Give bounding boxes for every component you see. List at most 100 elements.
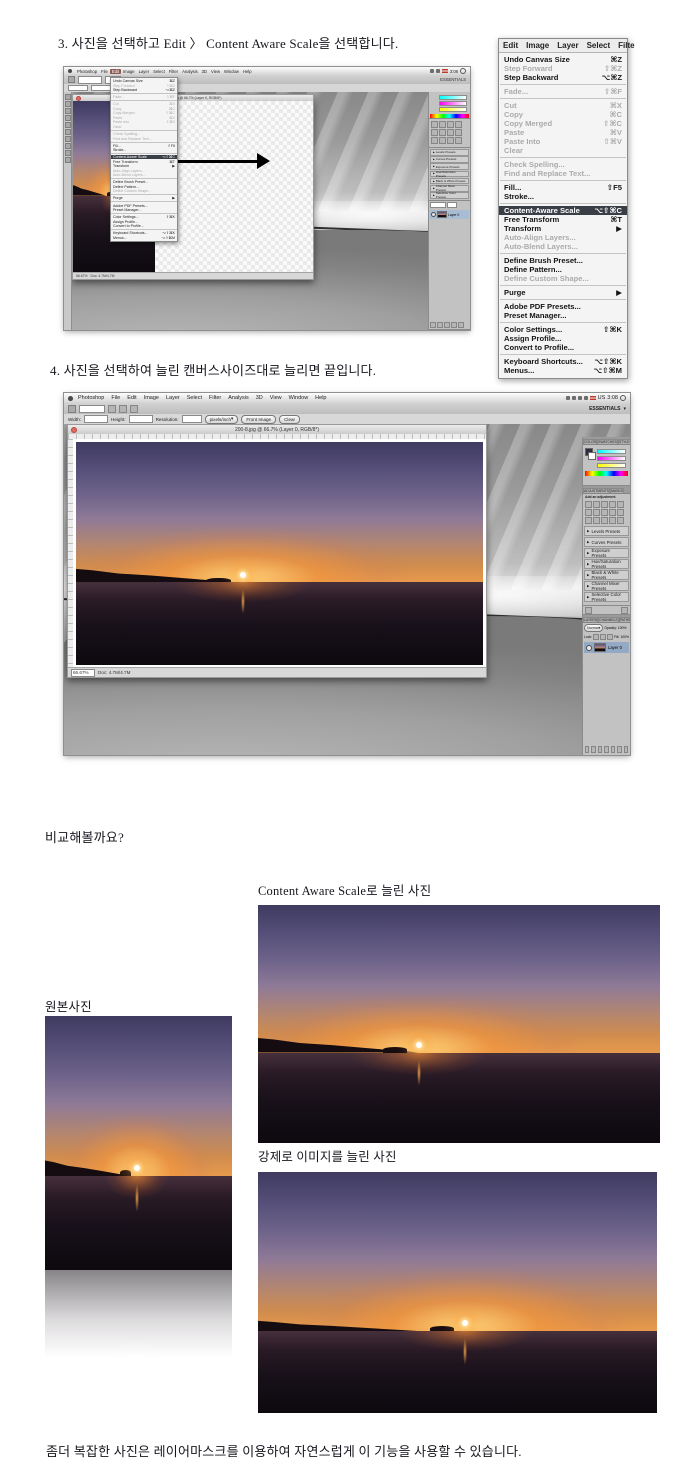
panel-tab[interactable]: MASKS: [610, 488, 624, 493]
menu-bar-item[interactable]: Filter: [207, 395, 223, 401]
add-mask-icon[interactable]: [444, 322, 450, 328]
menu-item[interactable]: Purge ▶: [499, 288, 627, 297]
menu-bar-item[interactable]: Image: [121, 69, 137, 74]
workspace-switcher[interactable]: ESSENTIALS: [440, 77, 466, 82]
clear-button[interactable]: Clear: [279, 415, 300, 424]
color-ramp[interactable]: [585, 471, 628, 476]
menu-bar-item[interactable]: Layer: [164, 395, 182, 401]
preset-row[interactable]: ▶ Hue/Saturation Presets: [584, 559, 629, 569]
menu-tab[interactable]: Layer: [553, 39, 582, 52]
zoom-level-box[interactable]: 66.67%: [71, 669, 95, 677]
color-balance-adjustment-icon[interactable]: [593, 509, 600, 516]
apple-icon[interactable]: [68, 396, 73, 401]
photo-filter-adjustment-icon[interactable]: [609, 509, 616, 516]
menu-bar-item[interactable]: Help: [241, 69, 254, 74]
tool-bar[interactable]: [64, 92, 72, 330]
adjustment-icon[interactable]: [431, 129, 438, 136]
menu-tab[interactable]: Select: [583, 39, 615, 52]
vibrance-adjustment-icon[interactable]: [617, 501, 624, 508]
menu-bar-item[interactable]: View: [268, 395, 284, 401]
expand-icon[interactable]: [621, 607, 628, 614]
brightness-adjustment-icon[interactable]: [585, 501, 592, 508]
menu-bar-item[interactable]: Window: [222, 69, 241, 74]
menu-item[interactable]: Keyboard Shortcuts... ⌥⇧⌘K: [499, 357, 627, 366]
preset-row[interactable]: ▶ Levels Presets: [584, 526, 629, 536]
curves-adjustment-icon[interactable]: [601, 501, 608, 508]
menu-tab[interactable]: Filte: [614, 39, 638, 52]
menu-item[interactable]: Cut ⌘X: [499, 101, 627, 110]
lock-transparency-icon[interactable]: [593, 634, 599, 640]
menu-item[interactable]: Copy Merged ⇧⌘C: [499, 119, 627, 128]
menu-item[interactable]: [500, 322, 626, 323]
new-fill-layer-icon[interactable]: [604, 746, 608, 753]
panel-tab[interactable]: PATHS: [619, 617, 630, 622]
menu-item[interactable]: Fade... ⇧⌘F: [499, 87, 627, 96]
posterize-adjustment-icon[interactable]: [593, 517, 600, 524]
lock-pixels-icon[interactable]: [600, 634, 606, 640]
menu-item[interactable]: Find and Replace Text...: [499, 169, 627, 178]
menu-item[interactable]: Color Settings... ⇧⌘K: [499, 325, 627, 334]
new-layer-icon[interactable]: [451, 322, 457, 328]
panel-tab[interactable]: STYLES: [618, 439, 630, 444]
preset-row[interactable]: ▶ Hue/Saturation Presets: [430, 171, 469, 178]
menu-item[interactable]: Content-Aware Scale ⌥⇧⌘C: [499, 206, 627, 215]
menu-bar-item[interactable]: Help: [313, 395, 328, 401]
panel-tab[interactable]: LAYERS: [583, 617, 598, 622]
menu-item[interactable]: [500, 98, 626, 99]
yellow-slider[interactable]: [439, 107, 467, 112]
adjustment-icon[interactable]: [431, 121, 438, 128]
menu-item[interactable]: [500, 203, 626, 204]
fill-value[interactable]: 100%: [620, 635, 629, 639]
menu-item[interactable]: Copy ⌘C: [499, 110, 627, 119]
menu-item[interactable]: Preset Manager...: [111, 208, 177, 213]
preset-row[interactable]: ▶ Exposure Presets: [584, 548, 629, 558]
exposure-adjustment-icon[interactable]: [609, 501, 616, 508]
preset-row[interactable]: ▶ Curves Presets: [430, 156, 469, 163]
layer-visibility-icon[interactable]: [586, 645, 592, 651]
width-field[interactable]: [84, 415, 108, 423]
background-color-swatch[interactable]: [588, 452, 596, 460]
menu-item[interactable]: [500, 84, 626, 85]
menu-item[interactable]: Define Pattern...: [499, 265, 627, 274]
menu-bar-item[interactable]: Window: [287, 395, 311, 401]
options-field[interactable]: [78, 76, 102, 84]
menu-item[interactable]: Transform ▶: [499, 224, 627, 233]
close-icon[interactable]: [76, 96, 81, 101]
menu-item[interactable]: Auto-Blend Layers...: [111, 173, 177, 178]
lock-all-icon[interactable]: [607, 634, 613, 640]
menu-item[interactable]: Stroke...: [499, 192, 627, 201]
new-layer-icon[interactable]: [617, 746, 621, 753]
menu-item[interactable]: Free Transform ⌘T: [499, 215, 627, 224]
menu-item[interactable]: Clear: [111, 125, 177, 130]
apple-icon[interactable]: [68, 69, 72, 73]
adjustment-icon[interactable]: [447, 129, 454, 136]
menu-item[interactable]: Step Forward ⇧⌘Z: [499, 64, 627, 73]
magenta-slider[interactable]: [597, 456, 626, 461]
yellow-slider[interactable]: [597, 463, 626, 468]
menu-item[interactable]: [500, 157, 626, 158]
menu-item[interactable]: Step Backward ⌥⌘Z: [499, 73, 627, 82]
menu-bar-item[interactable]: Edit: [110, 69, 121, 74]
menu-bar-item[interactable]: File: [109, 395, 122, 401]
blend-mode-select[interactable]: Normal ▾: [584, 624, 603, 632]
menu-bar-item[interactable]: Analysis: [180, 69, 200, 74]
return-icon[interactable]: [585, 607, 592, 614]
menu-item[interactable]: Undo Canvas Size ⌘Z: [499, 55, 627, 64]
invert-adjustment-icon[interactable]: [585, 517, 592, 524]
menu-bar-item[interactable]: 3D: [254, 395, 265, 401]
adjustment-icon[interactable]: [455, 129, 462, 136]
preset-row[interactable]: ▶ Curves Presets: [584, 537, 629, 547]
menu-bar-item[interactable]: Layer: [137, 69, 151, 74]
link-layers-icon[interactable]: [585, 746, 589, 753]
spotlight-icon[interactable]: [620, 395, 626, 401]
delete-layer-icon[interactable]: [458, 322, 464, 328]
front-image-button[interactable]: Front Image: [241, 415, 276, 424]
layer-style-icon[interactable]: [437, 322, 443, 328]
menu-item[interactable]: Auto-Blend Layers...: [499, 242, 627, 251]
menu-bar-item[interactable]: Analysis: [226, 395, 250, 401]
menu-bar-item[interactable]: File: [99, 69, 110, 74]
menu-item[interactable]: Define Brush Preset...: [499, 256, 627, 265]
menu-item[interactable]: Menus... ⌥⇧⌘M: [499, 366, 627, 375]
menu-item[interactable]: Paste Into ⇧⌘V: [499, 137, 627, 146]
panel-tab[interactable]: CHANNELS: [598, 617, 618, 622]
